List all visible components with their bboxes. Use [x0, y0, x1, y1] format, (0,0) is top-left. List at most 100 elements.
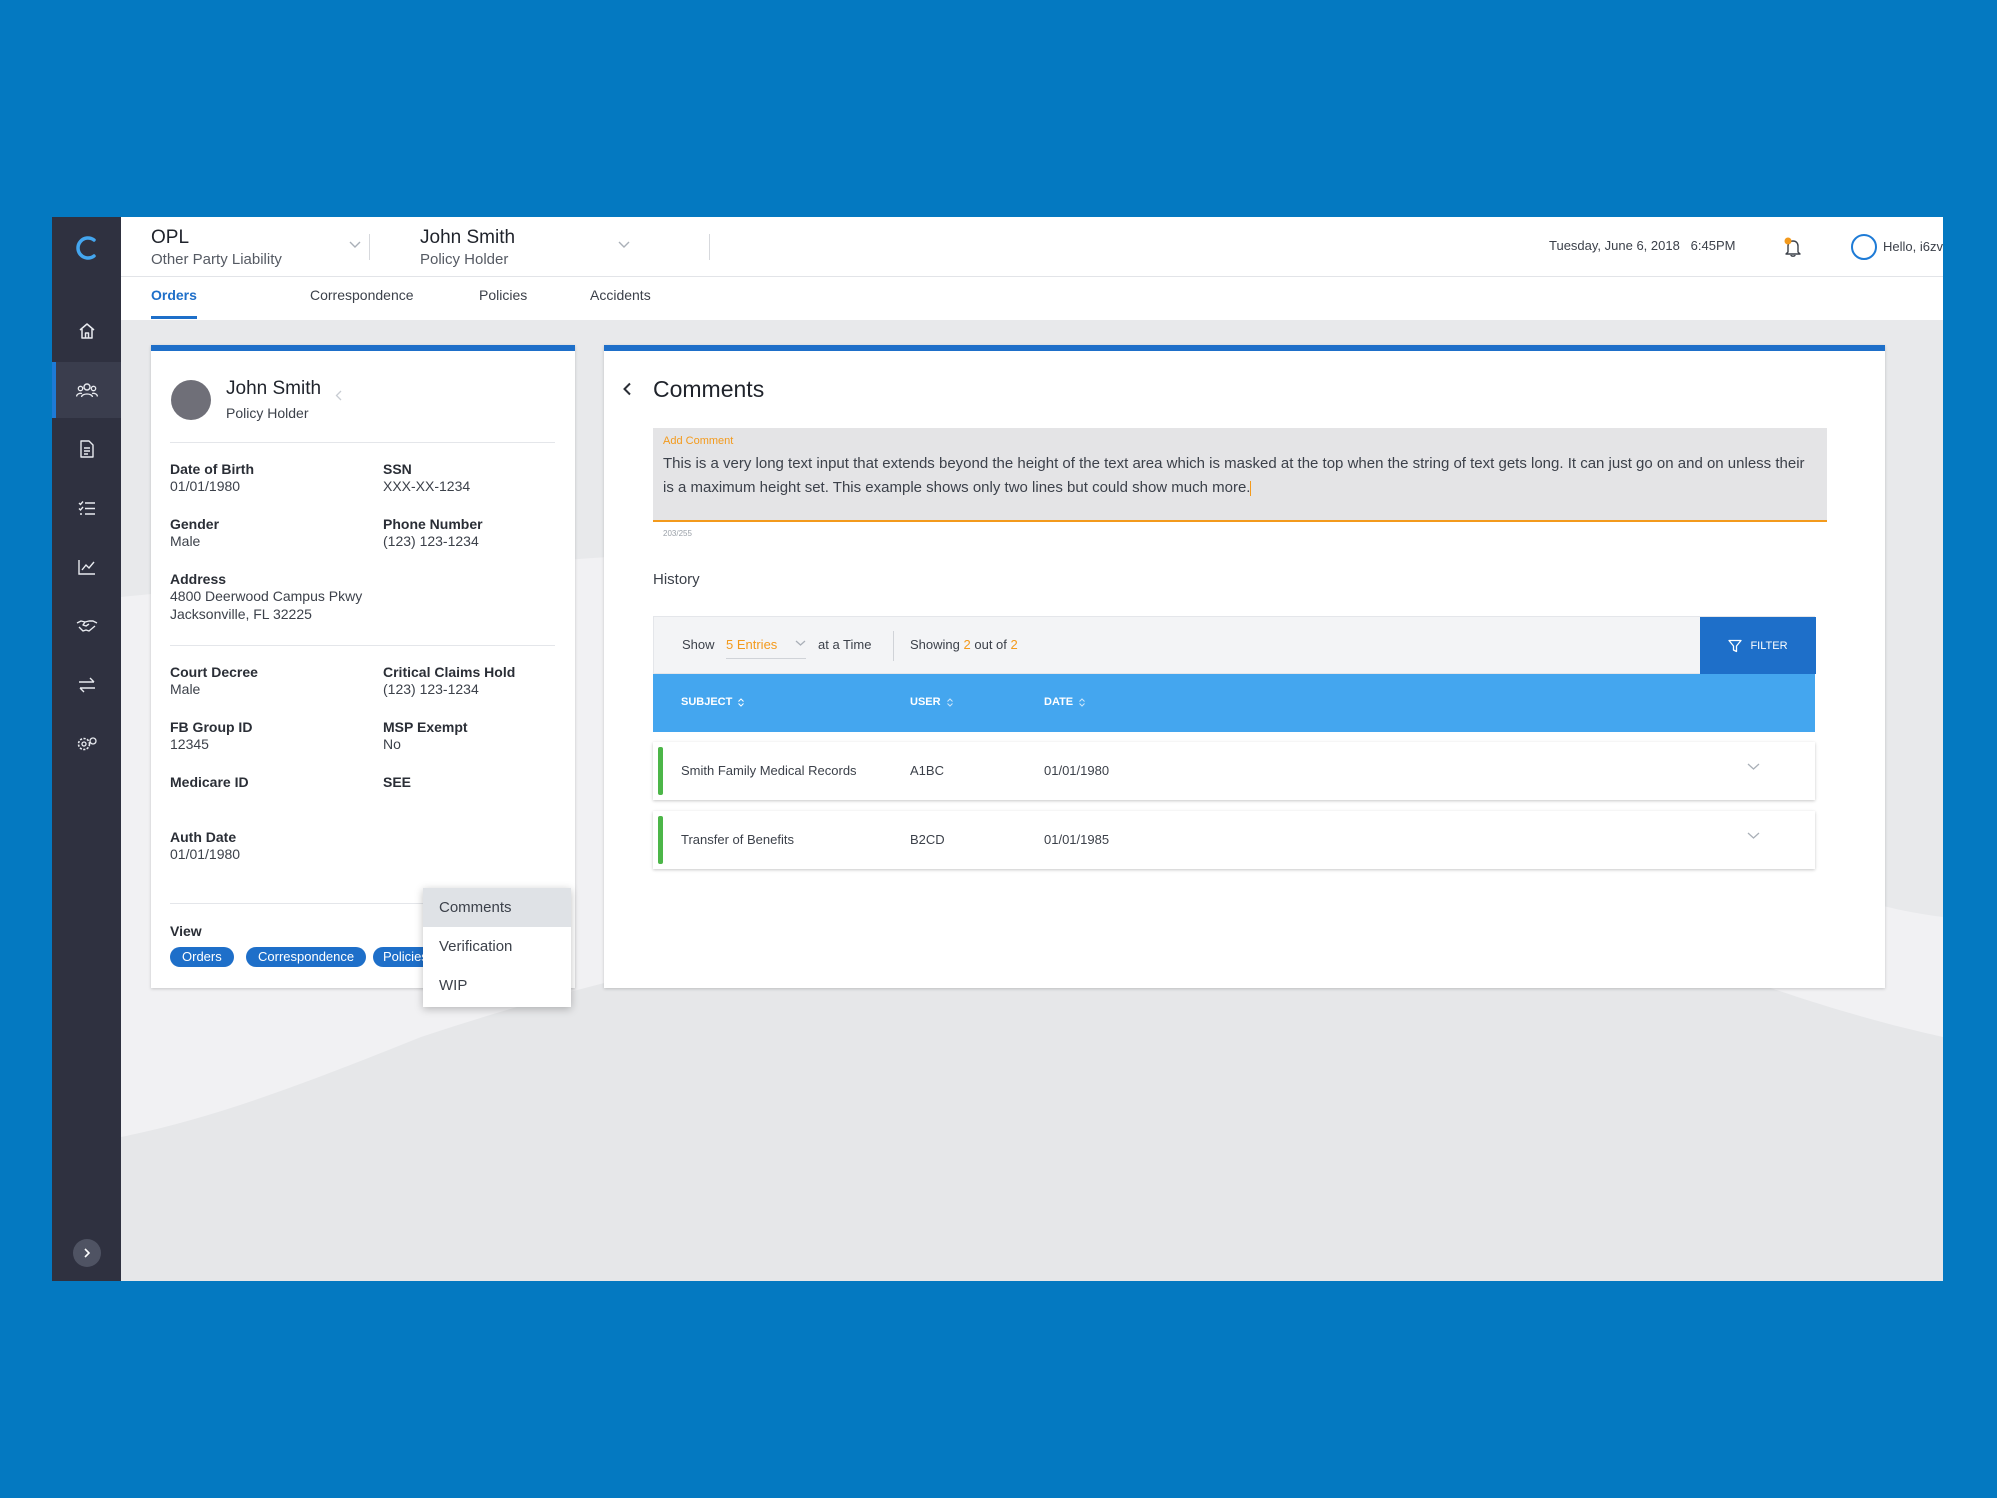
bell-icon[interactable] — [1781, 235, 1805, 259]
field-ssn: SSN XXX-XX-1234 — [383, 461, 470, 495]
field-auth-date: Auth Date 01/01/1980 — [170, 829, 240, 863]
cell-date: 01/01/1980 — [1044, 763, 1110, 778]
field-value: No — [383, 736, 401, 752]
field-label: Medicare ID — [170, 774, 249, 790]
logo-icon — [76, 236, 96, 260]
menu-item-comments[interactable]: Comments — [423, 888, 571, 927]
menu-item-verification[interactable]: Verification — [423, 927, 571, 966]
sidebar — [52, 217, 121, 1281]
field-value: 12345 — [170, 736, 209, 752]
field-fb-group-id: FB Group ID 12345 — [170, 719, 252, 753]
cell-user: B2CD — [910, 832, 945, 847]
profile-card: John Smith Policy Holder Date of Birth 0… — [151, 345, 575, 1007]
divider — [170, 442, 555, 443]
sidebar-item-reports[interactable] — [52, 539, 121, 595]
sort-icon — [946, 697, 953, 707]
profile-role: Policy Holder — [226, 405, 309, 421]
table-header: SUBJECT USER DATE — [653, 674, 1815, 732]
column-header-user[interactable]: USER — [910, 696, 953, 708]
tab-accidents[interactable]: Accidents — [590, 287, 651, 303]
sidebar-item-documents[interactable] — [52, 421, 121, 477]
field-label: Address — [170, 571, 227, 587]
table-row[interactable]: Smith Family Medical Records A1BC 01/01/… — [653, 742, 1815, 800]
sidebar-item-tasks[interactable] — [52, 480, 121, 536]
history-label: History — [653, 571, 700, 588]
status-bar — [658, 816, 663, 864]
comment-text[interactable]: This is a very long text input that exte… — [663, 452, 1813, 500]
view-chip-correspondence[interactable]: Correspondence — [246, 947, 367, 967]
sidebar-expand-button[interactable] — [73, 1239, 101, 1267]
field-phone-number: Phone Number (123) 123-1234 — [383, 516, 483, 550]
sort-icon — [738, 697, 745, 707]
column-header-date[interactable]: DATE — [1044, 696, 1085, 708]
chevron-right-icon — [84, 1248, 91, 1258]
cell-date: 01/01/1985 — [1044, 832, 1110, 847]
view-chip-orders[interactable]: Orders — [170, 947, 234, 967]
tab-orders[interactable]: Orders — [151, 287, 197, 319]
chevron-left-icon[interactable] — [335, 390, 342, 401]
field-value: XXX-XX-1234 — [383, 478, 471, 494]
field-medicare-id: Medicare ID — [170, 774, 249, 790]
people-icon — [75, 383, 98, 398]
page-title: Comments — [653, 376, 765, 402]
field-msp-exempt: MSP Exempt No — [383, 719, 468, 753]
context-selector-opl[interactable]: OPL Other Party Liability — [151, 227, 361, 268]
checklist-icon — [78, 501, 95, 515]
field-label: Gender — [170, 516, 220, 532]
filter-button[interactable]: FILTER — [1700, 617, 1816, 674]
field-label: MSP Exempt — [383, 719, 468, 735]
showing-label: Showing — [910, 637, 960, 652]
column-header-subject[interactable]: SUBJECT — [681, 696, 745, 708]
sidebar-item-home[interactable] — [52, 303, 121, 359]
sidebar-item-transfers[interactable] — [52, 657, 121, 713]
settings-icon — [77, 737, 97, 751]
divider — [893, 631, 894, 661]
field-value: (123) 123-1234 — [383, 533, 479, 549]
showing-summary: Showing 2 out of 2 — [910, 637, 1018, 652]
showing-count: 2 — [963, 637, 971, 652]
field-gender: Gender Male — [170, 516, 219, 550]
field-critical-claims-hold: Critical Claims Hold (123) 123-1234 — [383, 664, 515, 698]
field-label: Date of Birth — [170, 461, 254, 477]
date-text: Tuesday, June 6, 2018 — [1549, 238, 1680, 253]
column-label: SUBJECT — [681, 696, 733, 708]
user-greeting[interactable]: Hello, i6zv — [1883, 239, 1943, 254]
holder-role: Policy Holder — [420, 251, 509, 268]
field-label: Court Decree — [170, 664, 258, 680]
comment-input[interactable]: Add Comment This is a very long text inp… — [653, 428, 1827, 522]
menu-item-wip[interactable]: WIP — [423, 966, 571, 1005]
field-value: Male — [170, 533, 201, 549]
tab-correspondence[interactable]: Correspondence — [310, 287, 414, 303]
status-bar — [658, 747, 663, 795]
filter-icon — [1728, 639, 1743, 652]
sidebar-item-people[interactable] — [52, 362, 121, 418]
field-label: Critical Claims Hold — [383, 664, 516, 680]
tab-policies[interactable]: Policies — [479, 287, 527, 303]
chevron-down-icon — [795, 640, 806, 646]
back-arrow-icon[interactable] — [622, 382, 632, 396]
entries-select[interactable]: 5 Entries — [726, 637, 806, 659]
field-see: SEE — [383, 774, 411, 790]
field-value: 01/01/1980 — [170, 846, 241, 862]
divider — [369, 234, 370, 260]
field-address: Address 4800 Deerwood Campus Pkwy Jackso… — [170, 571, 362, 623]
sidebar-item-partners[interactable] — [52, 598, 121, 654]
field-value: 4800 Deerwood Campus Pkwy — [170, 588, 363, 604]
table-row[interactable]: Transfer of Benefits B2CD 01/01/1985 — [653, 811, 1815, 869]
chevron-down-icon[interactable] — [1747, 762, 1760, 771]
tab-bar: Orders Correspondence Policies Accidents — [121, 277, 1943, 320]
view-menu: Comments Verification WIP — [423, 888, 571, 1007]
field-court-decree: Court Decree Male — [170, 664, 258, 698]
field-date-of-birth: Date of Birth 01/01/1980 — [170, 461, 254, 495]
top-bar: OPL Other Party Liability John Smith Pol… — [121, 217, 1943, 277]
user-avatar[interactable] — [1851, 234, 1877, 260]
view-chip-policies[interactable]: Policies — [373, 947, 429, 967]
cell-subject: Transfer of Benefits — [681, 832, 794, 847]
chevron-down-icon[interactable] — [1747, 831, 1760, 840]
document-icon — [79, 440, 94, 458]
context-selector-holder[interactable]: John Smith Policy Holder — [420, 227, 630, 268]
text-caret — [1250, 480, 1252, 496]
home-icon — [79, 323, 94, 339]
sidebar-item-settings[interactable] — [52, 716, 121, 772]
out-of-label: out of — [974, 637, 1007, 652]
